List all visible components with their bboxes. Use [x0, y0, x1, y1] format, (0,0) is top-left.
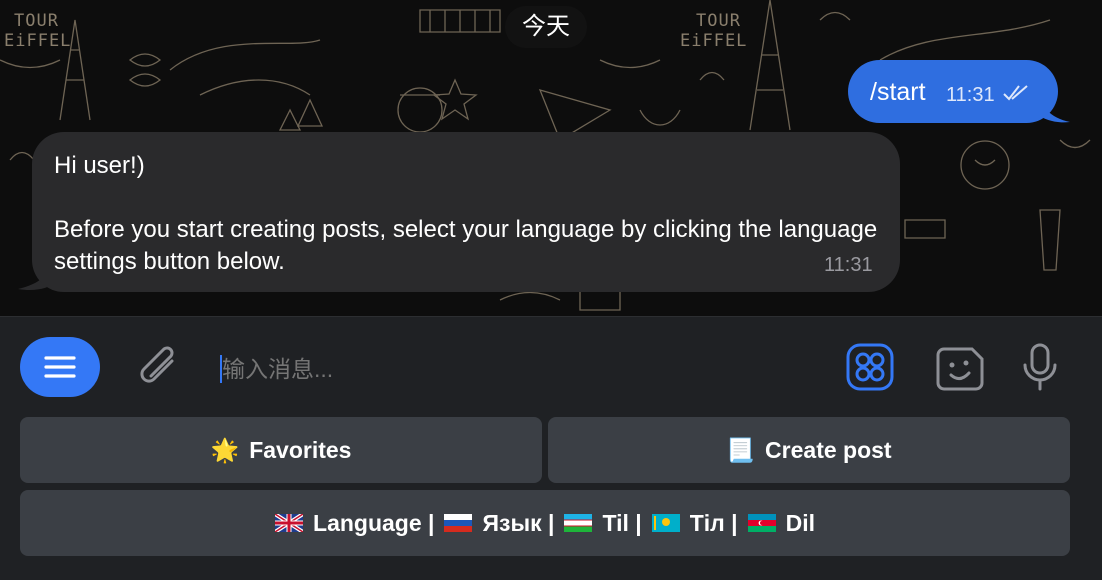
create-post-button[interactable]: 📃 Create post — [548, 417, 1070, 483]
outgoing-message-time: 11:31 — [946, 84, 995, 106]
outgoing-message-text: /start — [870, 78, 926, 106]
kazakhstan-flag-icon — [651, 514, 680, 532]
date-separator: 今天 — [505, 6, 587, 48]
favorites-button[interactable]: 🌟 Favorites — [20, 417, 542, 483]
microphone-icon[interactable] — [1020, 341, 1060, 393]
incoming-message-greeting: Hi user!) — [54, 152, 145, 179]
menu-icon — [44, 356, 76, 378]
incoming-message[interactable]: Hi user!) Before you start creating post… — [32, 132, 900, 292]
language-label-kazakh: Тіл | — [689, 509, 738, 536]
russia-flag-icon — [444, 514, 473, 532]
favorites-button-label: Favorites — [249, 436, 352, 463]
incoming-message-text: Before you start creating posts, select … — [54, 216, 878, 275]
paperclip-icon[interactable] — [136, 341, 184, 393]
wallpaper-text-tour: TOUR — [14, 11, 59, 31]
apps-grid-icon[interactable] — [846, 343, 894, 391]
language-settings-button[interactable]: Language | Язык | Til | Тіл | Dil — [20, 490, 1070, 556]
language-label-russian: Язык | — [482, 509, 555, 536]
language-label-azerbaijani: Dil — [785, 509, 815, 536]
chat-area: TOUR EiFFEL TOUR EiFFEL 今天 /start 11:31 … — [0, 0, 1102, 316]
wallpaper-text-eiffel: EiFFEL — [4, 31, 71, 51]
uk-flag-icon — [275, 514, 304, 532]
incoming-message-time: 11:31 — [824, 254, 873, 276]
double-check-icon — [1003, 85, 1028, 101]
sticker-icon[interactable] — [934, 343, 986, 393]
azerbaijan-flag-icon — [747, 514, 776, 532]
wallpaper-text-tour-2: TOUR — [696, 11, 741, 31]
create-post-button-label: Create post — [765, 436, 892, 463]
message-input[interactable] — [222, 347, 822, 391]
composer-panel: 🌟 Favorites 📃 Create post Language | Язы… — [0, 316, 1102, 580]
language-label-uzbek: Til | — [602, 509, 642, 536]
uzbekistan-flag-icon — [564, 514, 593, 532]
language-label-english: Language | — [313, 509, 435, 536]
bot-menu-button[interactable] — [20, 337, 100, 397]
wallpaper-text-eiffel-2: EiFFEL — [680, 31, 747, 51]
star-icon: 🌟 — [210, 436, 240, 463]
outgoing-message[interactable]: /start 11:31 — [848, 60, 1058, 123]
page-icon: 📃 — [726, 436, 756, 463]
